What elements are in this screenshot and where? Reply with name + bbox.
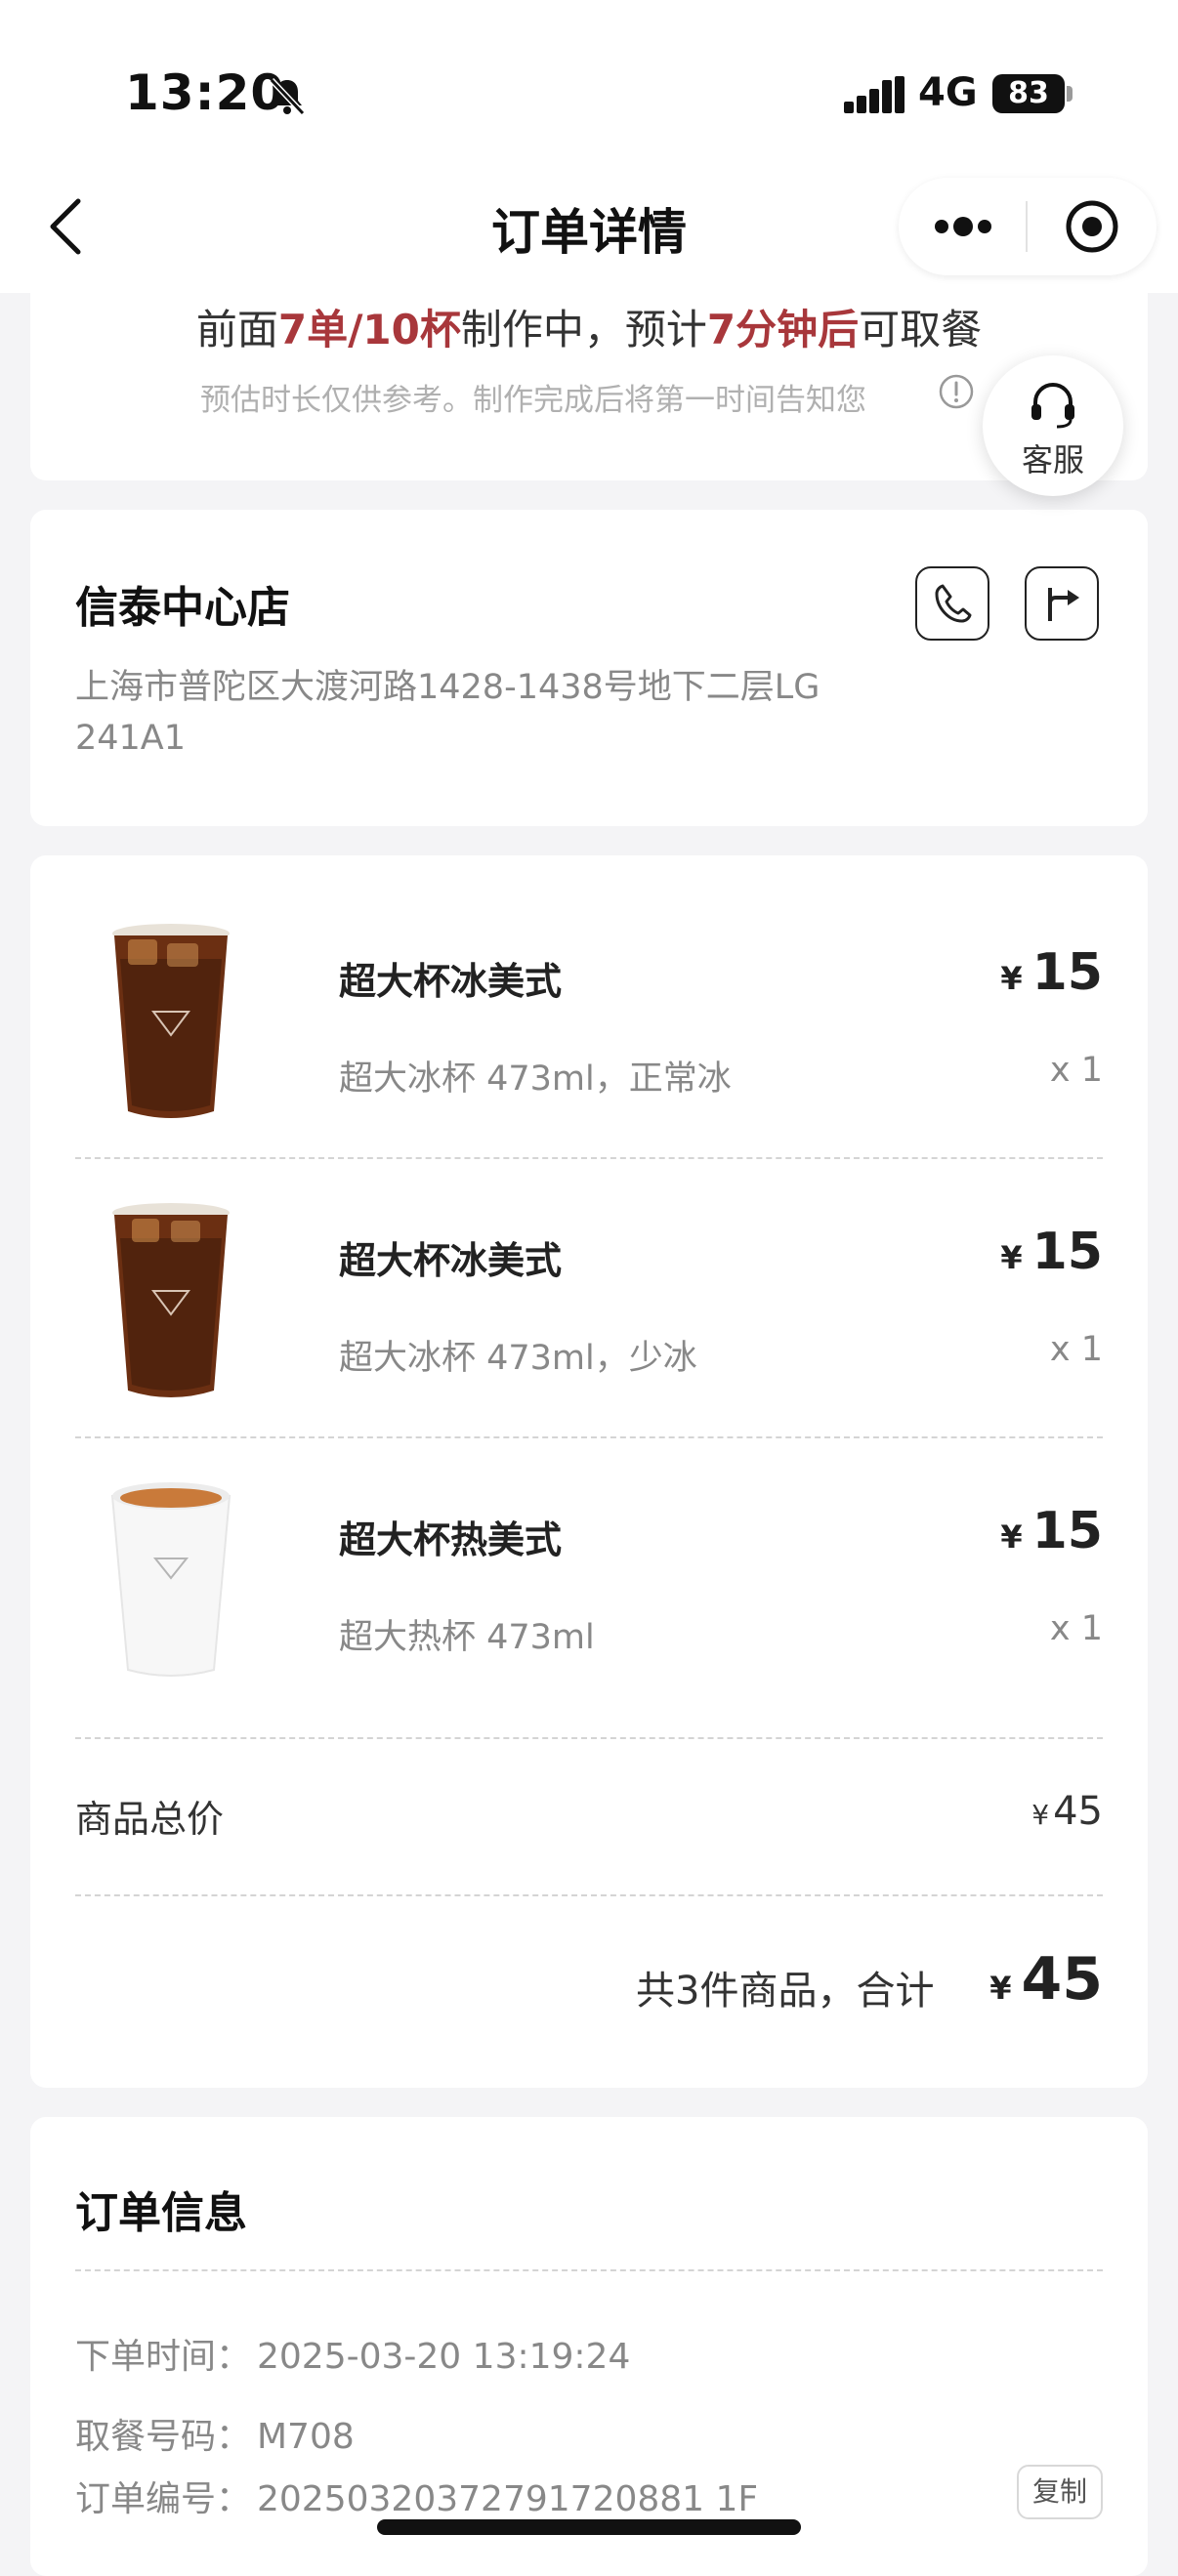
order-number-row: 订单编号： 20250320372791720881 1F <box>75 2471 758 2521</box>
order-item: 超大杯冰美式 超大冰杯 473ml，正常冰 ¥15 x 1 <box>30 855 1148 1135</box>
field-label: 下单时间： <box>75 2337 252 2377</box>
iced-americano-cup-icon <box>112 924 230 1118</box>
customer-service-label: 客服 <box>1021 441 1084 478</box>
queue-orders-cups: 7单/10杯 <box>277 306 461 353</box>
top-bar: 13:20 4G 83 订单详情 <box>0 0 1178 293</box>
total-amount: 45 <box>1021 1945 1104 2014</box>
subtotal-label: 商品总价 <box>75 1798 225 1841</box>
item-spec: 超大冰杯 473ml，少冰 <box>339 1339 697 1378</box>
subtotal-amount: 45 <box>1053 1789 1103 1834</box>
order-info-card: 订单信息 下单时间： 2025-03-20 13:19:24 取餐号码： M708 … <box>30 2117 1148 2576</box>
queue-prefix: 前面 <box>195 306 278 353</box>
battery-icon: 83 <box>992 74 1065 113</box>
status-time: 13:20 <box>125 64 286 121</box>
item-price: ¥15 <box>1000 1502 1103 1560</box>
mini-program-capsule <box>899 178 1157 275</box>
signal-icon <box>844 76 905 113</box>
currency-symbol: ¥ <box>1000 960 1023 997</box>
item-price: ¥15 <box>1000 1223 1103 1281</box>
currency-symbol: ¥ <box>989 1970 1012 2007</box>
item-spec: 超大热杯 473ml <box>339 1618 595 1657</box>
item-price-value: 15 <box>1031 1502 1103 1560</box>
network-label: 4G <box>918 70 978 115</box>
order-info-divider <box>75 2269 1103 2271</box>
close-target-icon[interactable] <box>1028 178 1157 275</box>
order-item: 超大杯冰美式 超大冰杯 473ml，少冰 ¥15 x 1 <box>30 1135 1148 1414</box>
queue-minutes: 7分钟后 <box>706 306 860 353</box>
customer-service-button[interactable]: 客服 <box>983 355 1123 496</box>
item-quantity: x 1 <box>1049 1330 1103 1369</box>
item-spec: 超大冰杯 473ml，正常冰 <box>339 1059 732 1099</box>
queue-note: 预估时长仅供参考。制作完成后将第一时间告知您 <box>200 383 866 418</box>
item-price: ¥15 <box>1000 943 1103 1002</box>
order-item: 超大杯热美式 超大热杯 473ml ¥15 x 1 <box>30 1414 1148 1693</box>
info-icon[interactable] <box>938 373 975 410</box>
order-items-card: 超大杯冰美式 超大冰杯 473ml，正常冰 ¥15 x 1 超大杯冰美式 超大冰… <box>30 855 1148 2088</box>
iced-americano-cup-icon <box>112 1203 230 1397</box>
queue-suffix: 可取餐 <box>859 306 983 353</box>
phone-icon <box>935 584 972 623</box>
navigate-store-button[interactable] <box>1025 566 1099 641</box>
field-value: 20250320372791720881 1F <box>257 2479 759 2519</box>
item-quantity: x 1 <box>1049 1051 1103 1090</box>
item-price-value: 15 <box>1031 1223 1103 1281</box>
order-time-row: 下单时间： 2025-03-20 13:19:24 <box>75 2328 630 2379</box>
store-address: 上海市普陀区大渡河路1428-1438号地下二层LG 241A1 <box>75 668 820 758</box>
field-value: 2025-03-20 13:19:24 <box>257 2337 631 2377</box>
total-price: ¥45 <box>989 1945 1103 2014</box>
item-name: 超大杯冰美式 <box>339 1239 563 1282</box>
home-indicator <box>377 2519 801 2535</box>
pickup-code-row: 取餐号码： M708 <box>75 2408 355 2459</box>
bell-muted-icon <box>269 77 306 116</box>
hot-americano-cup-icon <box>110 1482 231 1677</box>
subtotal-value: ¥45 <box>1031 1789 1103 1834</box>
field-label: 订单编号： <box>75 2479 252 2519</box>
copy-order-number-button[interactable]: 复制 <box>1017 2465 1103 2519</box>
store-card: 信泰中心店 上海市普陀区大渡河路1428-1438号地下二层LG 241A1 <box>30 510 1148 826</box>
item-name: 超大杯热美式 <box>339 1518 563 1561</box>
more-icon[interactable] <box>899 178 1026 275</box>
currency-symbol: ¥ <box>1031 1799 1050 1831</box>
item-price-value: 15 <box>1031 943 1103 1002</box>
items-end-divider <box>75 1737 1103 1739</box>
queue-middle: 制作中，预计 <box>460 306 707 353</box>
order-info-title: 订单信息 <box>75 2188 247 2238</box>
call-store-button[interactable] <box>915 566 989 641</box>
headset-icon <box>1031 383 1074 429</box>
field-value: M708 <box>257 2417 355 2457</box>
currency-symbol: ¥ <box>1000 1239 1023 1276</box>
currency-symbol: ¥ <box>1000 1518 1023 1556</box>
total-count-text: 共3件商品，合计 <box>636 1969 935 2014</box>
queue-status-line: 前面7单/10杯制作中，预计7分钟后可取餐 <box>30 297 1148 356</box>
item-quantity: x 1 <box>1049 1609 1103 1648</box>
item-name: 超大杯冰美式 <box>339 960 563 1003</box>
field-label: 取餐号码： <box>75 2417 252 2457</box>
summary-divider <box>75 1894 1103 1896</box>
queue-status-card: 前面7单/10杯制作中，预计7分钟后可取餐 预估时长仅供参考。制作完成后将第一时… <box>30 273 1148 480</box>
battery-tip <box>1067 86 1073 102</box>
store-name: 信泰中心店 <box>75 583 290 633</box>
directions-icon <box>1048 588 1079 621</box>
